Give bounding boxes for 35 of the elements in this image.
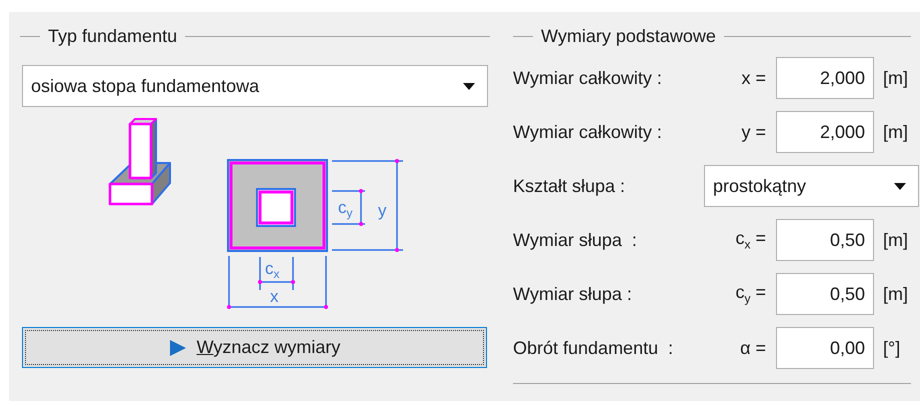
dimension-label: y xyxy=(378,201,386,220)
field-label: Wymiar całkowity : xyxy=(513,122,663,142)
symbol-label: c$_{y}$ = xyxy=(734,282,766,306)
number-field[interactable]: 2,000 xyxy=(776,111,874,153)
field-label: Wymiar słupa : xyxy=(513,284,633,304)
dimension-label: x xyxy=(270,287,278,306)
group-title: Wymiary podstawowe xyxy=(541,26,716,46)
field-label: Wymiar całkowity : xyxy=(513,68,663,88)
number-field[interactable]: 0,50 xyxy=(776,273,874,315)
unit-label: [m] xyxy=(883,230,909,250)
number-field[interactable]: 0,50 xyxy=(776,219,874,261)
foundation-type-dropdown[interactable]: osiowa stopa fundamentowa xyxy=(22,65,488,107)
dropdown-value: osiowa stopa fundamentowa xyxy=(31,76,260,96)
play-icon xyxy=(168,338,187,356)
symbol-label: α = xyxy=(739,338,766,358)
shape-dropdown[interactable]: prostokątny xyxy=(704,165,919,207)
number-field[interactable]: 2,000 xyxy=(776,57,874,99)
dimension-label: c$_{y}$ xyxy=(338,198,352,220)
symbol-label: y = xyxy=(740,122,766,142)
dimension-label: c$_{x}$ xyxy=(265,259,280,281)
symbol-label: c$_{x}$ = xyxy=(734,228,766,252)
compute-button[interactable]: Wyznacz wymiary xyxy=(22,327,487,368)
unit-label: [m] xyxy=(883,68,909,88)
number-field[interactable]: 0,00 xyxy=(776,327,874,369)
unit-label: [m] xyxy=(883,284,909,304)
field-label: Obrót fundamentu : xyxy=(513,338,674,358)
group-title: Typ fundamentu xyxy=(48,26,178,46)
dropdown-arrow-icon xyxy=(894,182,906,190)
field-label: Wymiar słupa : xyxy=(513,230,638,250)
field-label: Kształt słupa : xyxy=(513,176,626,196)
dropdown-arrow-icon xyxy=(463,82,475,90)
dropdown-value: prostokątny xyxy=(713,176,806,196)
symbol-label: x = xyxy=(740,68,766,88)
unit-label: [m] xyxy=(883,122,909,142)
unit-label: [°] xyxy=(883,338,902,358)
